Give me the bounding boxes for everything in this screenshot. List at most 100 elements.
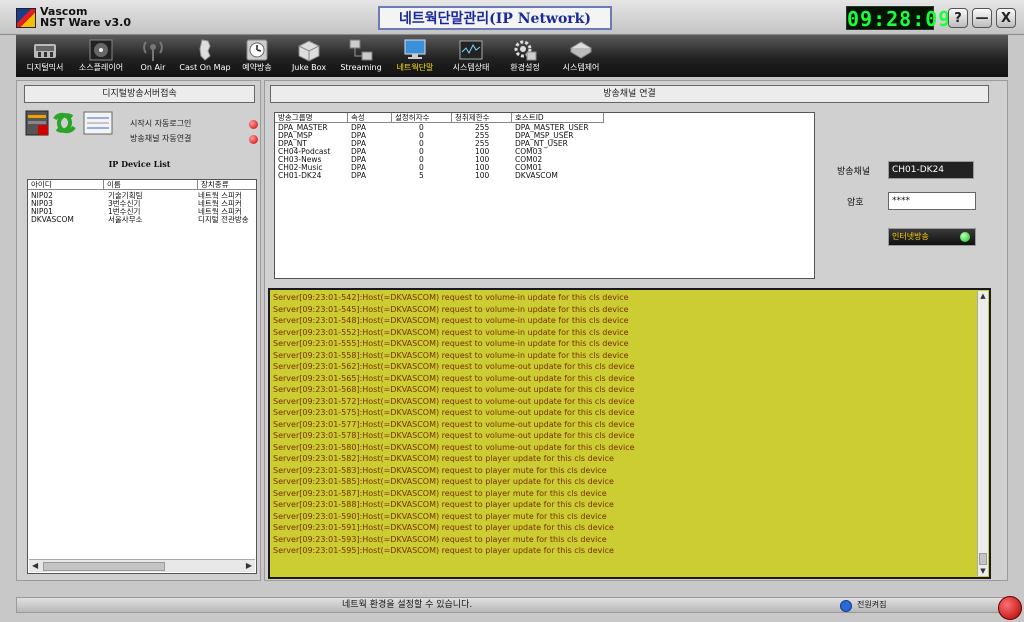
server-connection-header: 디지털방송서버접속 bbox=[24, 85, 255, 103]
page-title: 네트웍단말관리(IP Network) bbox=[378, 6, 612, 30]
app-brand: Vascom NST Ware v3.0 bbox=[40, 6, 131, 28]
channel-label: 방송채널 bbox=[837, 167, 871, 177]
minimize-button[interactable]: — bbox=[972, 8, 992, 28]
auto-connect-led bbox=[249, 135, 258, 144]
log-line: Server[09:23:01-588]:Host(=DKVASCOM) req… bbox=[273, 500, 614, 509]
reservation-clock-icon bbox=[246, 39, 268, 61]
tool-network-terminal[interactable]: 네트웍단말 bbox=[386, 35, 444, 77]
mixer-icon bbox=[34, 44, 56, 58]
scroll-down-icon[interactable]: ▼ bbox=[978, 567, 988, 575]
tool-label: 시스템상태 bbox=[452, 63, 490, 72]
scroll-up-icon[interactable]: ▲ bbox=[978, 292, 988, 300]
status-led-icon bbox=[960, 232, 970, 242]
tool-label: 소스플레이어 bbox=[78, 63, 124, 72]
title-bar: Vascom NST Ware v3.0 네트웍단말관리(IP Network)… bbox=[0, 0, 1024, 35]
streaming-icon bbox=[349, 39, 373, 61]
tool-digital-mixer[interactable]: 디지털믹서 bbox=[16, 35, 74, 77]
channel-connection-header: 방송채널 연결 bbox=[270, 85, 989, 103]
tool-source-player[interactable]: 소스플레이어 bbox=[72, 35, 130, 77]
tool-label: 환경설정 bbox=[510, 63, 540, 72]
settings-gear-icon bbox=[514, 40, 537, 61]
tool-label: 디지털믹서 bbox=[26, 63, 64, 72]
product-name: NST Ware v3.0 bbox=[40, 16, 131, 29]
log-line: Server[09:23:01-572]:Host(=DKVASCOM) req… bbox=[273, 396, 635, 406]
column-header-connected[interactable]: 설정허자수 bbox=[392, 113, 452, 123]
on-air-icon bbox=[143, 41, 163, 61]
log-line: Server[09:23:01-577]:Host(=DKVASCOM) req… bbox=[273, 419, 635, 429]
ip-device-list[interactable]: 아이디 이름 장치종류 NIP02 기술기획팀 네트웍 스피커 NIP03 3번수신기… bbox=[27, 179, 257, 574]
column-header-device-type[interactable]: 장치종류 bbox=[198, 180, 256, 190]
scroll-thumb[interactable] bbox=[43, 562, 165, 571]
tool-system-status[interactable]: 시스템상태 bbox=[442, 35, 500, 77]
jukebox-icon bbox=[298, 40, 320, 62]
main-toolbar: 디지털믹서 소스플레이어 On Air Cast On Map 예약방송 Juk… bbox=[16, 35, 1008, 77]
log-line: Server[09:23:01-590]:Host(=DKVASCOM) req… bbox=[273, 511, 607, 521]
scroll-left-icon[interactable]: ◀ bbox=[32, 560, 38, 572]
log-line: Server[09:23:01-591]:Host(=DKVASCOM) req… bbox=[273, 523, 614, 532]
vascom-logo-icon bbox=[16, 8, 36, 28]
system-control-icon bbox=[570, 41, 592, 59]
column-header-group-name[interactable]: 방송그룹명 bbox=[275, 113, 348, 123]
column-header-attribute[interactable]: 속성 bbox=[348, 113, 392, 123]
tool-label: On Air bbox=[140, 63, 166, 72]
log-line: Server[09:23:01-595]:Host(=DKVASCOM) req… bbox=[273, 546, 614, 555]
log-line: Server[09:23:01-578]:Host(=DKVASCOM) req… bbox=[273, 431, 635, 440]
tool-label: Juke Box bbox=[291, 63, 327, 72]
broadcast-group-list[interactable]: 방송그룹명 속성 설정허자수 청취제한수 호스트ID DPA_MASTER DPA… bbox=[274, 112, 815, 279]
internet-broadcast-button[interactable]: 인터넷방송 bbox=[888, 228, 976, 246]
status-bar: 네트웍 환경을 설정할 수 있습니다. 전원켜짐 bbox=[16, 597, 1008, 613]
scroll-right-icon[interactable]: ▶ bbox=[246, 560, 252, 572]
log-line: Server[09:23:01-558]:Host(=DKVASCOM) req… bbox=[273, 350, 629, 360]
auto-connect-option[interactable]: 방송채널 자동연결 bbox=[130, 133, 191, 144]
tool-label: 예약방송 bbox=[242, 63, 272, 72]
column-header-host-id[interactable]: 호스트ID bbox=[512, 113, 604, 123]
log-line: Server[09:23:01-555]:Host(=DKVASCOM) req… bbox=[273, 339, 629, 348]
log-line: Server[09:23:01-575]:Host(=DKVASCOM) req… bbox=[273, 408, 635, 417]
log-line: Server[09:23:01-545]:Host(=DKVASCOM) req… bbox=[273, 304, 629, 314]
tool-label: 시스템제어 bbox=[562, 63, 600, 72]
log-line: Server[09:23:01-580]:Host(=DKVASCOM) req… bbox=[273, 442, 635, 452]
log-line: Server[09:23:01-562]:Host(=DKVASCOM) req… bbox=[273, 362, 635, 371]
close-button[interactable]: X bbox=[996, 8, 1016, 28]
horizontal-scrollbar[interactable]: ◀ ▶ bbox=[29, 559, 255, 572]
cast-on-map-icon bbox=[199, 39, 211, 61]
server-connection-panel: 디지털방송서버접속 시작시 자동로그인 방송채널 자동연결 IP Device … bbox=[16, 80, 261, 581]
internet-broadcast-label: 인터넷방송 bbox=[892, 232, 929, 241]
column-header-name[interactable]: 이름 bbox=[104, 180, 198, 190]
digital-clock: 09:28:09 bbox=[846, 6, 952, 31]
channel-field[interactable]: CH01-DK24 bbox=[888, 161, 974, 179]
log-line: Server[09:23:01-587]:Host(=DKVASCOM) req… bbox=[273, 488, 607, 498]
log-line: Server[09:23:01-585]:Host(=DKVASCOM) req… bbox=[273, 477, 614, 486]
device-list-title: IP Device List bbox=[108, 159, 171, 169]
password-label: 암호 bbox=[847, 198, 864, 208]
server-connection-graphic bbox=[25, 110, 113, 136]
power-status: 전원켜짐 bbox=[857, 600, 887, 609]
tool-on-air[interactable]: On Air bbox=[124, 35, 182, 77]
tool-label: Streaming bbox=[340, 63, 382, 72]
tool-jukebox[interactable]: Juke Box bbox=[280, 35, 338, 77]
auto-login-led bbox=[249, 120, 258, 129]
log-line: Server[09:23:01-583]:Host(=DKVASCOM) req… bbox=[273, 465, 607, 475]
tool-reservation[interactable]: 예약방송 bbox=[228, 35, 286, 77]
log-line: Server[09:23:01-565]:Host(=DKVASCOM) req… bbox=[273, 373, 635, 383]
password-field[interactable]: **** bbox=[888, 192, 976, 210]
tool-system-control[interactable]: 시스템제어 bbox=[552, 35, 610, 77]
server-log[interactable]: Server[09:23:01-542]:Host(=DKVASCOM) req… bbox=[268, 288, 991, 579]
exit-button[interactable] bbox=[998, 596, 1022, 620]
scroll-thumb[interactable] bbox=[979, 553, 987, 565]
tool-streaming[interactable]: Streaming bbox=[332, 35, 390, 77]
column-header-id[interactable]: 아이디 bbox=[28, 180, 104, 190]
tool-cast-on-map[interactable]: Cast On Map bbox=[176, 35, 234, 77]
column-header-listen-limit[interactable]: 청취제한수 bbox=[452, 113, 512, 123]
log-line: Server[09:23:01-542]:Host(=DKVASCOM) req… bbox=[273, 293, 629, 302]
source-player-icon bbox=[89, 39, 113, 61]
status-message: 네트웍 환경을 설정할 수 있습니다. bbox=[342, 600, 473, 610]
vertical-scrollbar[interactable]: ▲ ▼ bbox=[977, 291, 988, 576]
channel-connection-panel: 방송채널 연결 방송그룹명 속성 설정허자수 청취제한수 호스트ID DPA_M… bbox=[264, 80, 1008, 581]
tool-label: 네트웍단말 bbox=[396, 63, 434, 72]
tool-settings[interactable]: 환경설정 bbox=[496, 35, 554, 77]
tool-label: Cast On Map bbox=[179, 63, 231, 72]
log-line: Server[09:23:01-593]:Host(=DKVASCOM) req… bbox=[273, 534, 607, 544]
auto-login-option[interactable]: 시작시 자동로그인 bbox=[130, 118, 191, 129]
help-button[interactable]: ? bbox=[948, 8, 968, 28]
